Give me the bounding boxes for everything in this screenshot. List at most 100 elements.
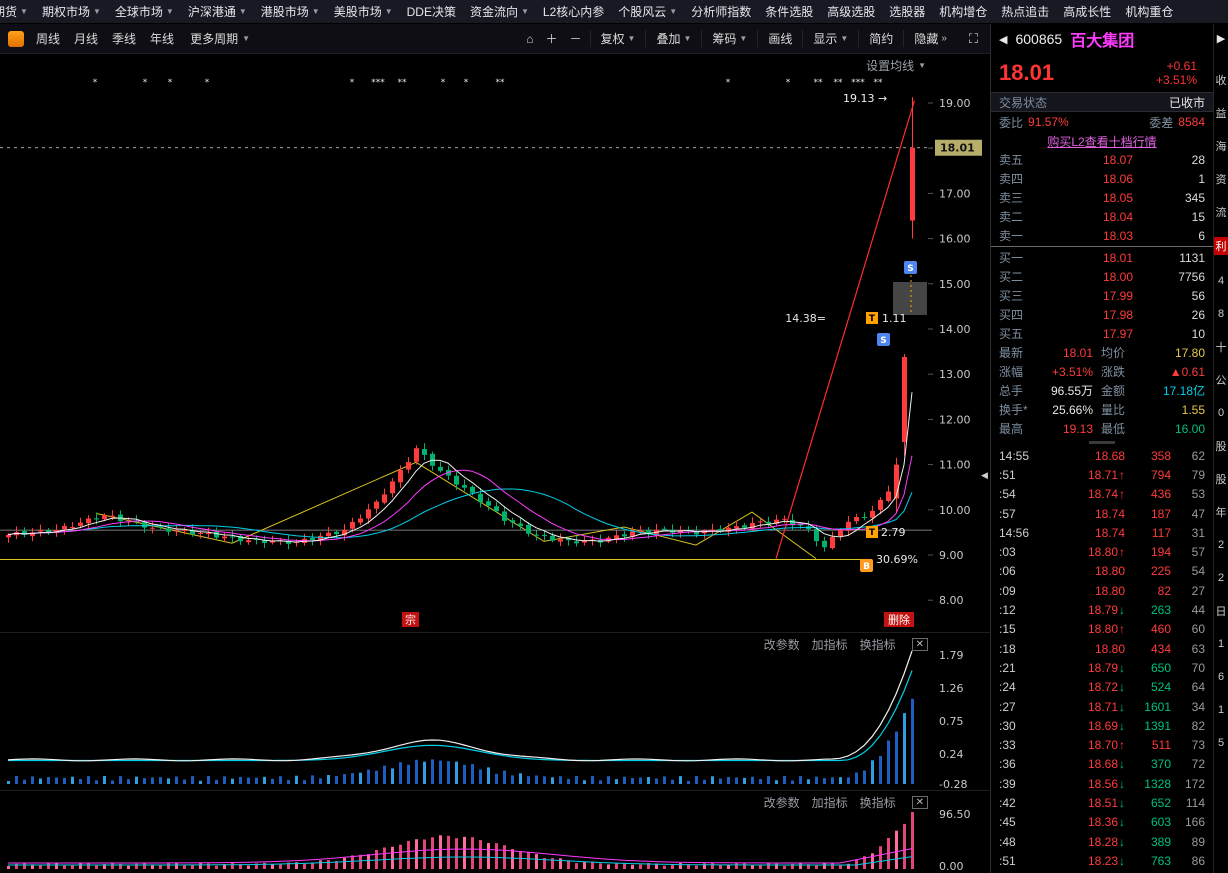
bid-price: 17.98	[1102, 307, 1133, 322]
tick-row: :30 18.69 ↓ 1391 82	[991, 716, 1213, 735]
trade-status-value: 已收市	[1168, 95, 1205, 110]
menu-item-label: 个股风云	[618, 5, 667, 19]
menu-item-17[interactable]: 机构重仓	[1118, 0, 1180, 23]
indicator1-svg[interactable]: 1.791.260.750.24-0.28	[0, 633, 990, 791]
menu-item-5[interactable]: 美股市场 ▼	[327, 0, 400, 23]
indicator-button-2[interactable]: 换指标	[860, 636, 896, 653]
chevron-down-icon: ▼	[627, 34, 636, 43]
side-tab-8[interactable]: 十	[1216, 330, 1227, 363]
menu-item-label: 资金流向	[469, 5, 518, 19]
period-tab-2[interactable]: 季线	[106, 28, 142, 49]
home-icon[interactable]: ⌂	[522, 32, 537, 46]
tool-button-2[interactable]: 筹码 ▼	[701, 30, 753, 47]
menu-item-11[interactable]: 条件选股	[758, 0, 820, 23]
svg-text:0.75: 0.75	[939, 715, 964, 728]
menu-item-1[interactable]: 期权市场 ▼	[35, 0, 108, 23]
menu-item-13[interactable]: 选股器	[882, 0, 932, 23]
side-tab-18[interactable]: 6	[1218, 660, 1224, 693]
menu-item-2[interactable]: 全球市场 ▼	[108, 0, 181, 23]
main-kline-svg[interactable]: * * * * * *** ** * * ** * * ** ** *** **19.13 →SSBTT14.…	[0, 54, 990, 632]
menu-item-0[interactable]: 期货▼	[0, 0, 35, 23]
ma-settings-button[interactable]: 设置均线 ▼	[866, 57, 926, 74]
svg-text:96.50: 96.50	[939, 808, 971, 821]
tool-button-1[interactable]: 叠加 ▼	[645, 30, 697, 47]
more-periods-button[interactable]: 更多周期 ▼	[186, 28, 254, 49]
side-tab-11[interactable]: 股	[1216, 429, 1227, 462]
zoom-in-icon[interactable]: ＋	[542, 30, 562, 47]
kline-mode-icon[interactable]	[8, 30, 24, 47]
indicator-button-1[interactable]: 加指标	[812, 794, 848, 811]
prev-stock-icon[interactable]: ◀	[999, 33, 1007, 46]
indicator-button-2[interactable]: 换指标	[860, 794, 896, 811]
side-tab-12[interactable]: 股	[1216, 462, 1227, 495]
side-tab-1[interactable]: 益	[1216, 96, 1227, 129]
svg-text:宗: 宗	[405, 613, 416, 627]
menu-item-4[interactable]: 港股市场 ▼	[254, 0, 327, 23]
indicator-button-0[interactable]: 改参数	[764, 794, 800, 811]
ask-label: 卖四	[999, 172, 1024, 186]
side-tab-20[interactable]: 5	[1218, 726, 1224, 759]
bid-label: 买三	[999, 289, 1024, 303]
side-tab-16[interactable]: 日	[1216, 594, 1227, 627]
tool-button-3[interactable]: 画线	[757, 30, 798, 47]
panel-resize-icon[interactable]: ◀	[981, 470, 988, 481]
side-tab-3[interactable]: 资	[1216, 162, 1227, 195]
menu-item-16[interactable]: 高成长性	[1056, 0, 1118, 23]
side-tab-6[interactable]: 4	[1218, 264, 1224, 297]
l2-upgrade-link[interactable]: 购买L2查看十档行情	[1047, 133, 1156, 150]
stat-value: 17.80	[1174, 345, 1205, 360]
menu-item-6[interactable]: DDE决策	[400, 0, 463, 23]
side-tab-2[interactable]: 海	[1216, 129, 1227, 162]
next-stock-icon[interactable]: ▶	[1217, 32, 1225, 45]
selection-box	[893, 282, 927, 315]
fullscreen-icon[interactable]: ⛶	[965, 31, 982, 47]
indicator-panel-1[interactable]: 1.79 1.26 0.75 0.24 -0.28 改参数 加指标 换指标 ✕	[0, 632, 990, 791]
menu-item-3[interactable]: 沪深港通 ▼	[181, 0, 254, 23]
tool-button-0[interactable]: 复权 ▼	[589, 30, 642, 47]
indicator-button-0[interactable]: 改参数	[764, 636, 800, 653]
tick-row: :09 18.80 82 27	[991, 581, 1213, 600]
close-icon[interactable]: ✕	[911, 638, 928, 651]
stat-label: 涨跌	[1101, 365, 1126, 379]
zoom-out-icon[interactable]: －	[566, 30, 586, 47]
side-tab-4[interactable]: 流	[1216, 195, 1227, 228]
menu-item-15[interactable]: 热点追击	[994, 0, 1056, 23]
tick-price: 18.71 ↑	[1037, 468, 1125, 482]
chevron-down-icon: ▼	[238, 7, 247, 16]
side-tab-7[interactable]: 8	[1218, 297, 1224, 330]
tool-button-6[interactable]: 隐藏»	[903, 30, 953, 47]
indicator-button-1[interactable]: 加指标	[812, 636, 848, 653]
menu-item-10[interactable]: 分析师指数	[684, 0, 758, 23]
period-tab-1[interactable]: 月线	[68, 28, 104, 49]
ask-qty: 6	[1198, 228, 1205, 243]
tick-list[interactable]: 14:55 18.68 358 62:51 18.71 ↑ 794 79:54 18.74 ↑ 43…	[991, 446, 1213, 873]
main-chart-area[interactable]: * * * * * *** ** * * ** * * ** ** *** ** 19.13 → S S B T T 14.…	[0, 54, 990, 632]
side-tab-19[interactable]: 1	[1218, 693, 1224, 726]
side-tab-10[interactable]: 0	[1218, 396, 1224, 429]
panel-scroll-handle[interactable]	[991, 438, 1213, 446]
indicator-panel-2[interactable]: 96.50 0.00 改参数 加指标 换指标 ✕	[0, 790, 990, 873]
menu-item-14[interactable]: 机构增仓	[932, 0, 994, 23]
chevron-down-icon: ▼	[669, 7, 678, 16]
tool-button-5[interactable]: 简约	[858, 30, 899, 47]
menu-item-12[interactable]: 高级选股	[820, 0, 882, 23]
menu-item-8[interactable]: L2核心内参	[536, 0, 611, 23]
side-tab-0[interactable]: 收	[1216, 63, 1227, 96]
side-tab-5[interactable]: 利	[1214, 237, 1228, 255]
svg-text:14.38=: 14.38=	[785, 312, 826, 325]
menu-item-9[interactable]: 个股风云 ▼	[611, 0, 684, 23]
side-tab-14[interactable]: 2	[1218, 528, 1224, 561]
menu-item-7[interactable]: 资金流向 ▼	[463, 0, 536, 23]
side-tab-15[interactable]: 2	[1218, 561, 1224, 594]
chevron-down-icon: ▼	[165, 7, 174, 16]
side-tab-17[interactable]: 1	[1218, 627, 1224, 660]
close-icon[interactable]: ✕	[911, 796, 928, 809]
ask-price: 18.05	[1102, 190, 1133, 205]
period-tab-0[interactable]: 周线	[30, 28, 66, 49]
side-tab-13[interactable]: 年	[1216, 495, 1227, 528]
tick-volume: 117	[1151, 525, 1171, 540]
period-tab-3[interactable]: 年线	[144, 28, 180, 49]
tool-button-4[interactable]: 显示 ▼	[802, 30, 854, 47]
tick-price-value: 18.56	[1087, 776, 1118, 791]
side-tab-9[interactable]: 公	[1216, 363, 1227, 396]
